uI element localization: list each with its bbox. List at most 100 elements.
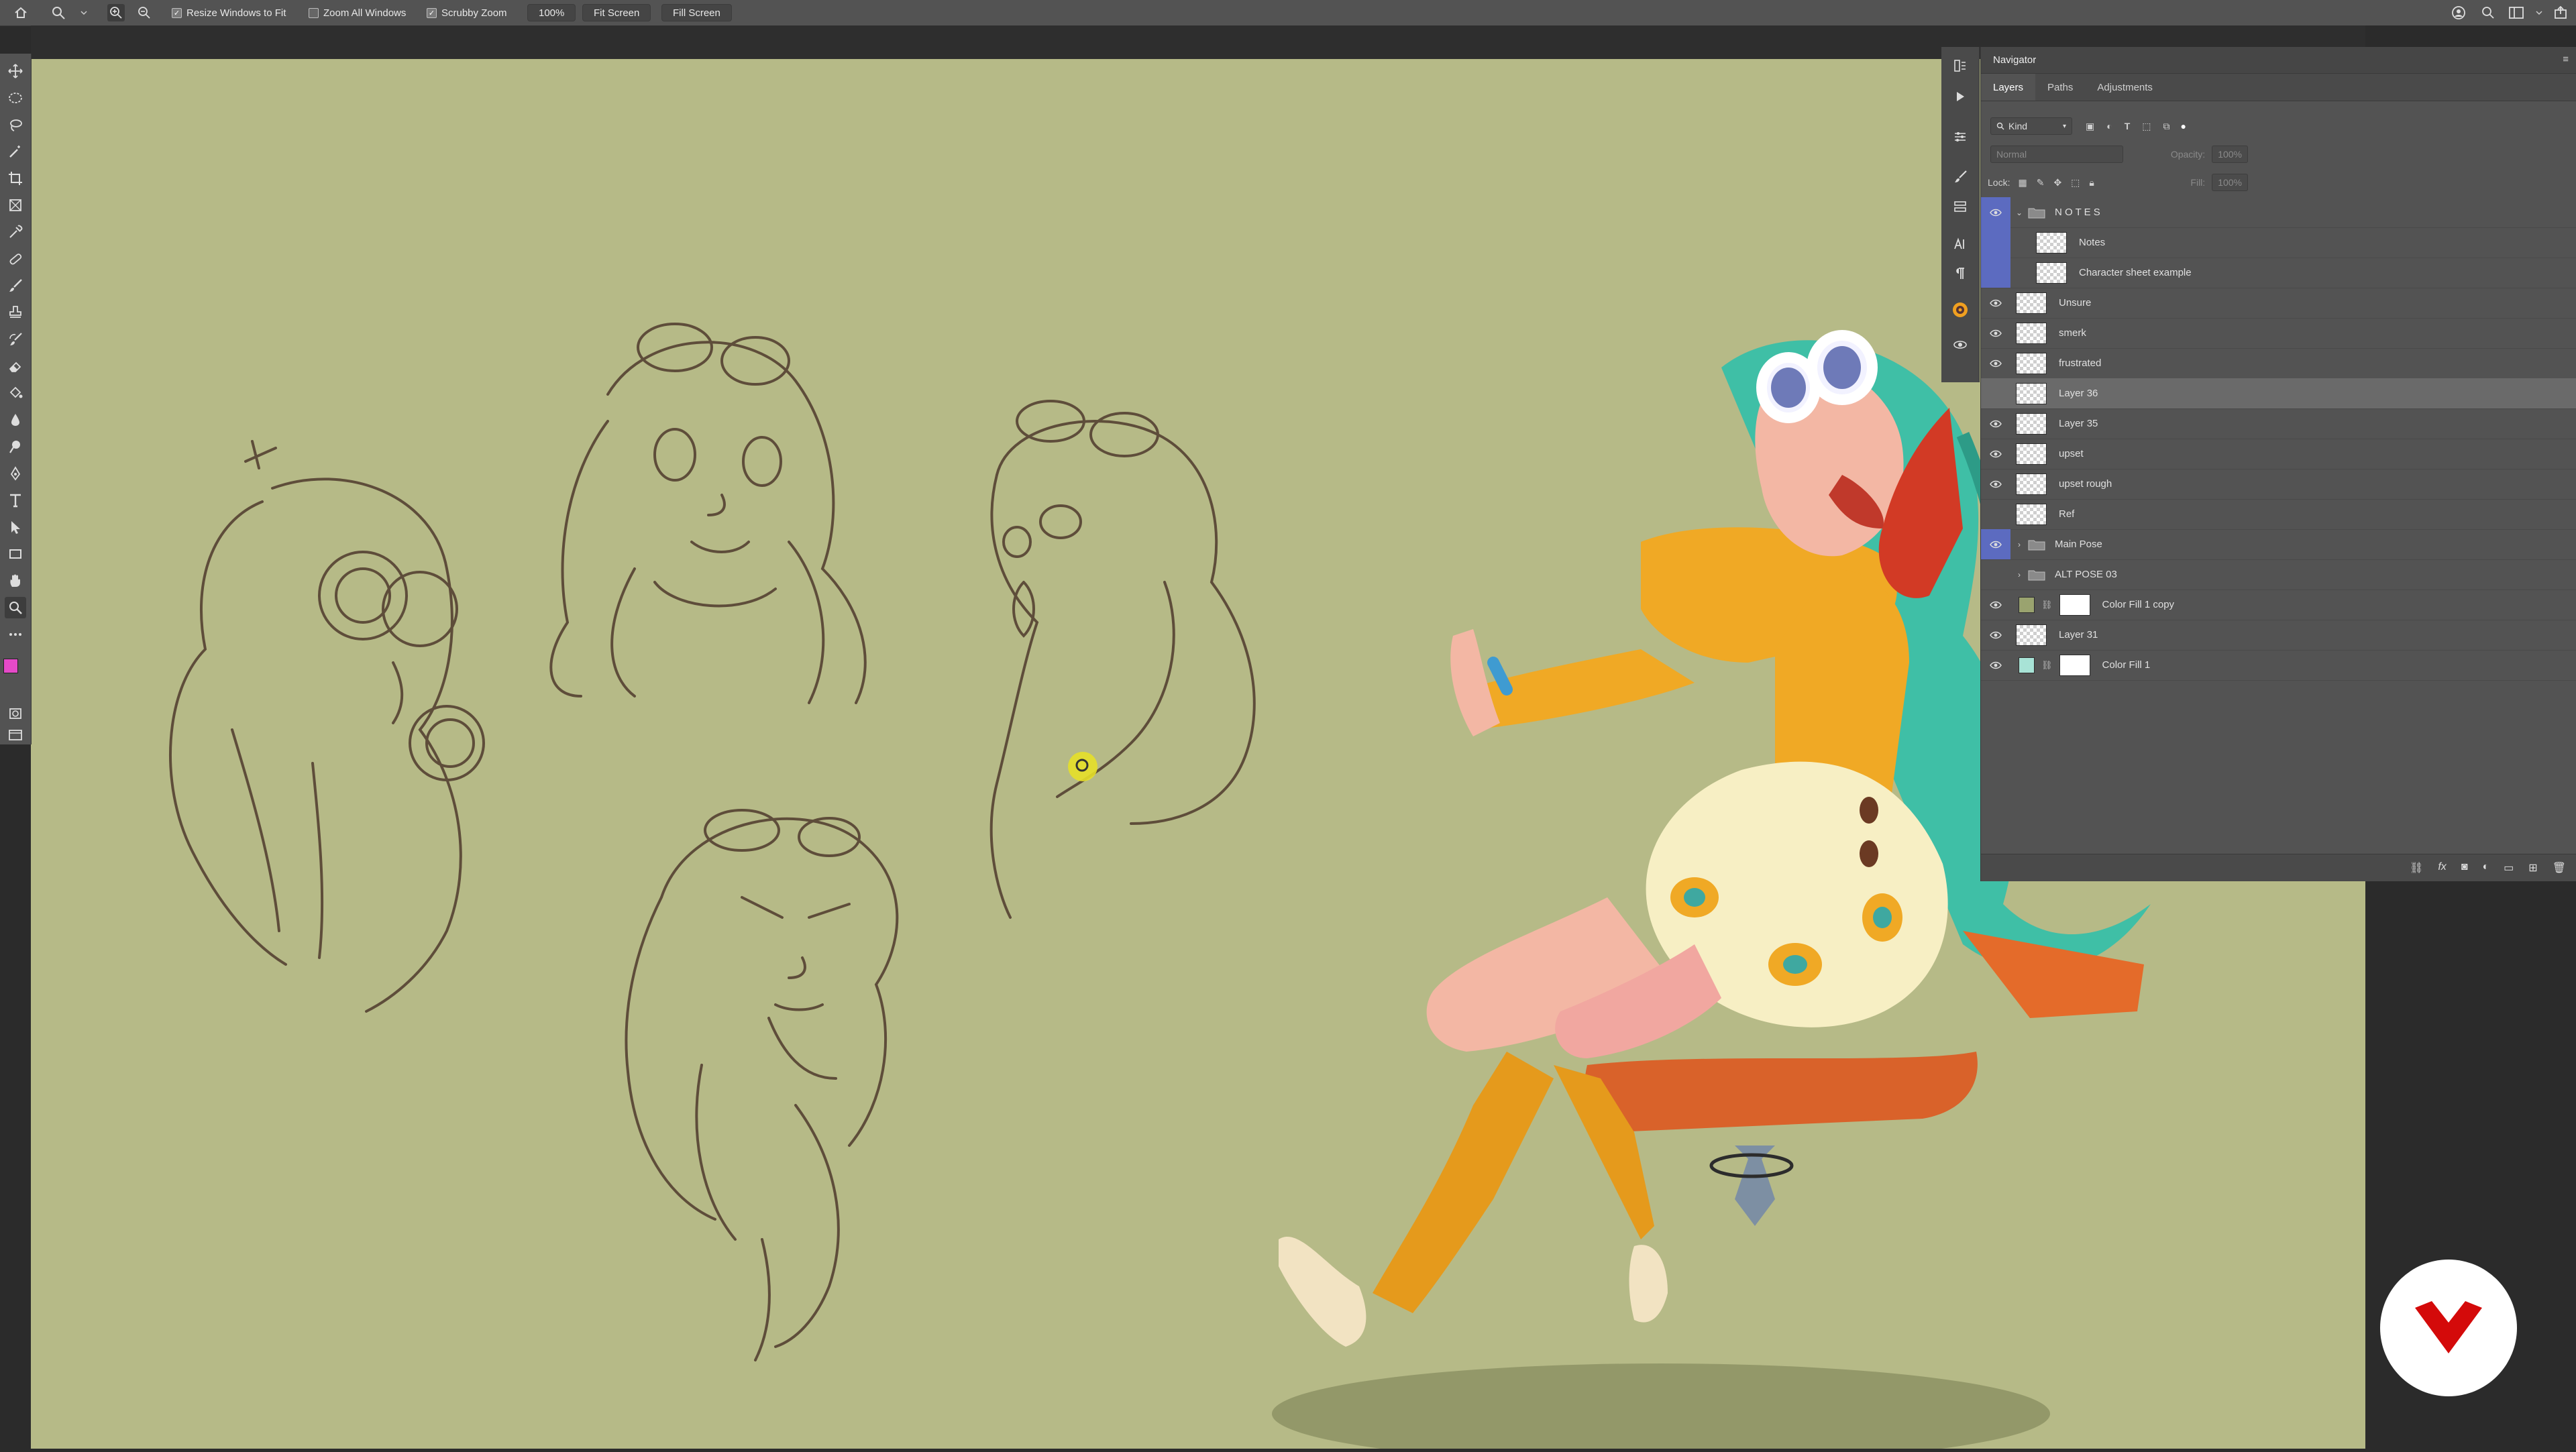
link-layers-icon[interactable]: ⛓ [2410,861,2423,875]
lasso-tool-icon[interactable] [5,114,26,135]
resize-windows-checkbox[interactable]: ✓ Resize Windows to Fit [172,0,286,25]
tab-paths[interactable]: Paths [2035,74,2085,101]
marquee-tool-icon[interactable] [5,87,26,109]
panel-menu-icon[interactable]: ≡ [2563,54,2569,65]
layer-row[interactable]: Layer 36 [1981,378,2576,409]
more-tools-icon[interactable] [5,624,26,645]
type-tool-icon[interactable] [5,490,26,511]
chevron-right-icon[interactable]: › [2015,540,2024,549]
layer-row[interactable]: › ALT POSE 03 [1981,559,2576,590]
chevron-down-icon[interactable] [75,4,93,21]
visibility-eye-icon[interactable] [1981,197,2010,227]
visibility-eye-icon[interactable] [1981,650,2010,680]
brush-presets-icon[interactable] [1951,197,1970,216]
quick-mask-icon[interactable] [5,703,26,724]
fill-field[interactable]: 100% [2212,174,2248,191]
plugin-icon[interactable] [1951,300,1970,319]
layer-thumbnail[interactable] [2016,412,2047,435]
layer-thumbnail[interactable] [2036,231,2067,254]
navigator-header[interactable]: Navigator ≡ [1981,47,2576,74]
new-group-icon[interactable]: ▭ [2504,861,2514,875]
healing-tool-icon[interactable] [5,248,26,270]
layer-thumbnail[interactable] [2016,624,2047,646]
fill-screen-button[interactable]: Fill Screen [661,0,732,25]
dodge-tool-icon[interactable] [5,436,26,457]
blend-mode-select[interactable]: Normal [1990,146,2123,163]
filter-pixel-icon[interactable]: ▣ [2086,121,2094,132]
layer-row[interactable]: Layer 35 [1981,408,2576,439]
visibility-eye-icon[interactable] [1981,348,2010,378]
character-icon[interactable] [1951,235,1970,254]
visibility-eye-icon[interactable] [1981,288,2010,318]
filter-adjustment-icon[interactable]: ◐ [2106,121,2112,131]
layer-row[interactable]: Layer 31 [1981,620,2576,651]
visibility-eye-icon[interactable] [1981,227,2010,258]
layer-thumbnail[interactable] [2016,352,2047,374]
paint-bucket-tool-icon[interactable] [5,382,26,404]
brush-tool-icon[interactable] [5,275,26,296]
visibility-eye-icon[interactable] [1981,469,2010,499]
zoom-tool-icon[interactable] [50,4,67,21]
adjust-icon[interactable] [1951,127,1970,146]
screen-mode-icon[interactable] [5,724,26,746]
layer-row[interactable]: Unsure [1981,288,2576,319]
3d-icon[interactable] [1951,335,1970,354]
paragraph-icon[interactable] [1951,264,1970,283]
search-icon[interactable] [2479,4,2497,21]
tab-adjustments[interactable]: Adjustments [2085,74,2165,101]
layer-thumbnail[interactable] [2016,322,2047,344]
layer-mask-thumbnail[interactable] [2059,594,2090,616]
layer-row[interactable]: Notes [1981,227,2576,258]
visibility-eye-icon[interactable] [1981,258,2010,288]
opacity-field[interactable]: 100% [2212,146,2248,163]
visibility-eye-icon[interactable] [1981,559,2010,590]
layer-thumbnail[interactable] [2016,382,2047,404]
fill-swatch[interactable] [2019,596,2035,613]
zoom-all-windows-checkbox[interactable]: Zoom All Windows [309,0,406,25]
visibility-eye-icon[interactable] [1981,408,2010,439]
layer-mask-thumbnail[interactable] [2059,654,2090,676]
add-mask-icon[interactable]: ◙ [2461,861,2468,875]
hand-tool-icon[interactable] [5,570,26,592]
delete-layer-icon[interactable]: 🗑︎ [2553,861,2566,875]
zoom-in-icon[interactable] [107,4,125,21]
blur-tool-icon[interactable] [5,409,26,431]
new-adjustment-icon[interactable]: ◐ [2482,861,2489,875]
layer-thumbnail[interactable] [2016,292,2047,314]
layer-row[interactable]: › Main Pose [1981,529,2576,560]
lock-image-icon[interactable]: ✎ [2037,177,2045,188]
layer-thumbnail[interactable] [2016,503,2047,525]
filter-toggle-icon[interactable]: ● [2181,121,2186,131]
lock-artboard-icon[interactable]: ⬚ [2071,177,2080,188]
layer-row[interactable]: smerk [1981,318,2576,349]
layer-row[interactable]: upset rough [1981,469,2576,500]
layer-row[interactable]: Ref [1981,499,2576,530]
layer-row[interactable]: ⛓ Color Fill 1 [1981,650,2576,681]
visibility-eye-icon[interactable] [1981,499,2010,529]
visibility-eye-icon[interactable] [1981,529,2010,559]
fit-screen-button[interactable]: Fit Screen [582,0,651,25]
magic-wand-tool-icon[interactable] [5,141,26,162]
tab-layers[interactable]: Layers [1981,74,2036,101]
new-layer-icon[interactable]: ⊞ [2528,861,2537,875]
frame-tool-icon[interactable] [5,194,26,216]
filter-type-icon[interactable]: T [2125,121,2131,131]
history-icon[interactable] [1951,56,1970,75]
stamp-tool-icon[interactable] [5,302,26,323]
share-icon[interactable] [2552,4,2569,21]
path-selection-tool-icon[interactable] [5,516,26,538]
lock-transparent-icon[interactable]: ▦ [2018,177,2027,188]
mask-link-icon[interactable]: ⛓ [2041,660,2053,671]
layer-row[interactable]: Character sheet example [1981,258,2576,288]
layer-thumbnail[interactable] [2016,473,2047,495]
zoom-tool-icon[interactable] [5,597,26,618]
visibility-eye-icon[interactable] [1981,620,2010,650]
fill-swatch[interactable] [2019,657,2035,673]
visibility-eye-icon[interactable] [1981,439,2010,469]
brush-settings-icon[interactable] [1951,168,1970,186]
filter-smart-object-icon[interactable]: ⧉ [2163,121,2170,132]
rectangle-tool-icon[interactable] [5,543,26,565]
foreground-color-swatch[interactable] [3,659,18,673]
pen-tool-icon[interactable] [5,463,26,484]
layer-row[interactable]: frustrated [1981,348,2576,379]
